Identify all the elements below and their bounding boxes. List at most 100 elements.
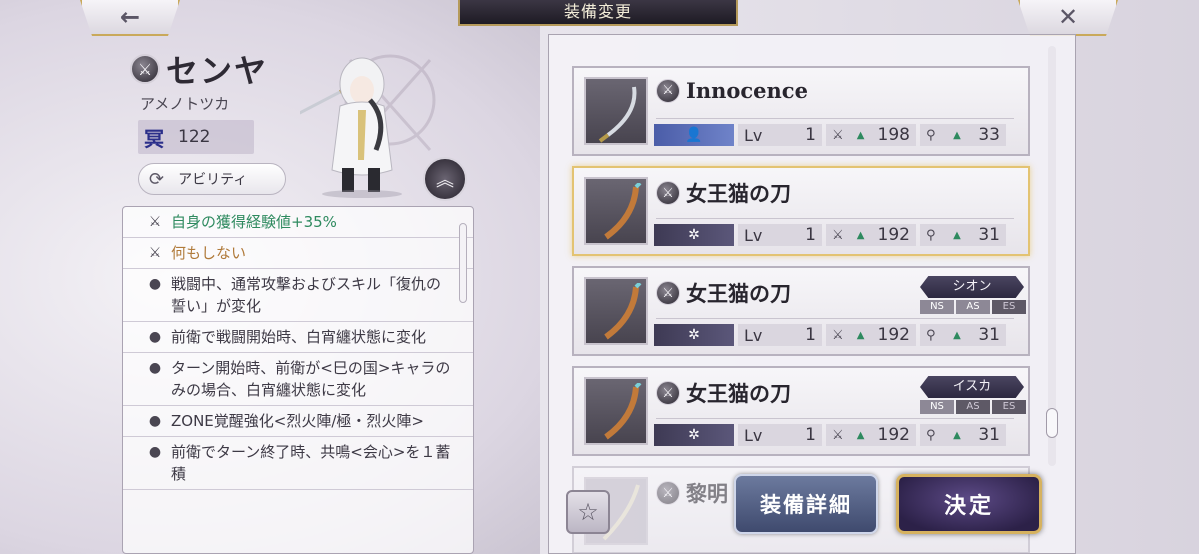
sword-icon: ⚔ bbox=[656, 381, 680, 405]
weapon-thumbnail bbox=[584, 277, 648, 345]
sword-stat-icon: ⚔ bbox=[832, 327, 844, 343]
ability-item: ● 前衛でターン終了時、共鳴<会心>を１蓄積 bbox=[123, 437, 473, 490]
back-arrow-icon: ← bbox=[119, 3, 141, 31]
weapon-name: Innocence bbox=[686, 78, 808, 103]
weapon-level: Lv 1 bbox=[738, 424, 822, 446]
weapon-attack: ⚔ ▲ 192 bbox=[826, 224, 916, 246]
sword-icon: ⚔ bbox=[130, 54, 160, 84]
weapon-level: Lv 1 bbox=[738, 224, 822, 246]
equipped-owner-tag: イスカ bbox=[920, 376, 1024, 398]
level-rank-icon: 冥 bbox=[144, 126, 164, 151]
sword-icon: ⚔ bbox=[656, 181, 680, 205]
person-icon: ● bbox=[148, 276, 162, 292]
sword-stat-icon: ⚔ bbox=[832, 427, 844, 443]
increase-arrow-icon: ▲ bbox=[856, 229, 865, 241]
snowflake-icon: ✲ bbox=[654, 324, 734, 346]
close-button[interactable]: ✕ bbox=[1018, 0, 1118, 36]
weapon-magic: ⚲ ▲ 31 bbox=[920, 324, 1006, 346]
sword-icon: ⚔ bbox=[656, 78, 680, 103]
refresh-icon: ⟳ bbox=[149, 168, 165, 190]
character-level: 冥 122 bbox=[138, 120, 254, 154]
increase-arrow-icon: ▲ bbox=[953, 329, 961, 341]
ability-text: ターン開始時、前衛が<巳の国>キャラのみの場合、白宵纏状態に変化 bbox=[171, 359, 451, 399]
sword-icon: ⚔ bbox=[148, 214, 162, 230]
increase-arrow-icon: ▲ bbox=[953, 229, 961, 241]
confirm-button[interactable]: 決定 bbox=[896, 474, 1042, 534]
weapon-card[interactable]: ⚔ 女王猫の刀 イスカ NS AS ES ✲ Lv 1 ⚔ ▲ 192 ⚲ ▲ 31 bbox=[572, 366, 1030, 456]
character-header: ⚔ センヤ bbox=[130, 46, 268, 92]
snowflake-icon: ✲ bbox=[654, 224, 734, 246]
person-icon: 👤 bbox=[654, 124, 734, 146]
collapse-button[interactable]: ︽ bbox=[423, 157, 467, 201]
weapon-name: 女王猫の刀 bbox=[686, 382, 791, 406]
level-value: 122 bbox=[178, 127, 211, 147]
weapon-card[interactable]: ⚔ 女王猫の刀 シオン NS AS ES ✲ Lv 1 ⚔ ▲ 192 ⚲ ▲ 31 bbox=[572, 266, 1030, 356]
ability-toggle-button[interactable]: ⟳ アビリティ bbox=[138, 163, 286, 195]
ability-item: ● 前衛で戦闘開始時、白宵纏状態に変化 bbox=[123, 322, 473, 353]
weapon-name: 女王猫の刀 bbox=[686, 282, 791, 306]
weapon-name: 女王猫の刀 bbox=[686, 182, 791, 206]
ability-item: ⚔ 何もしない bbox=[123, 238, 473, 269]
character-subname: アメノトツカ bbox=[140, 95, 230, 113]
zone-tags: NS AS ES bbox=[920, 300, 1026, 314]
sword-icon: ⚔ bbox=[656, 481, 680, 505]
increase-arrow-icon: ▲ bbox=[953, 129, 961, 141]
weapon-thumbnail bbox=[584, 377, 648, 445]
sword-icon: ⚔ bbox=[148, 245, 162, 261]
character-name: センヤ bbox=[166, 52, 269, 90]
snowflake-icon: ✲ bbox=[654, 424, 734, 446]
increase-arrow-icon: ▲ bbox=[856, 129, 865, 141]
ability-scrollbar[interactable] bbox=[459, 223, 467, 303]
weapon-level: Lv 1 bbox=[738, 324, 822, 346]
ability-item: ● ターン開始時、前衛が<巳の国>キャラのみの場合、白宵纏状態に変化 bbox=[123, 353, 473, 406]
sword-stat-icon: ⚔ bbox=[832, 227, 844, 243]
weapon-list-scrollbar-thumb[interactable] bbox=[1046, 408, 1058, 438]
increase-arrow-icon: ▲ bbox=[856, 429, 865, 441]
weapon-list-scrollbar-track[interactable] bbox=[1048, 46, 1056, 466]
ability-item: ⚔ 自身の獲得経験値+35% bbox=[123, 207, 473, 238]
sword-stat-icon: ⚔ bbox=[832, 127, 844, 143]
staff-stat-icon: ⚲ bbox=[926, 227, 936, 243]
weapon-magic: ⚲ ▲ 31 bbox=[920, 224, 1006, 246]
staff-stat-icon: ⚲ bbox=[926, 427, 936, 443]
person-icon: ● bbox=[148, 360, 162, 376]
ability-item: ● ZONE覚醒強化<烈火陣/極・烈火陣> bbox=[123, 406, 473, 437]
weapon-thumbnail bbox=[584, 77, 648, 145]
screen-title: 装備変更 bbox=[458, 0, 738, 26]
weapon-level: Lv 1 bbox=[738, 124, 822, 146]
ability-text: 自身の獲得経験値+35% bbox=[171, 213, 337, 231]
staff-stat-icon: ⚲ bbox=[926, 127, 936, 143]
equipment-detail-button[interactable]: 装備詳細 bbox=[734, 474, 878, 534]
sword-icon: ⚔ bbox=[656, 281, 680, 305]
weapon-attack: ⚔ ▲ 192 bbox=[826, 324, 916, 346]
character-portrait bbox=[300, 54, 436, 198]
weapon-magic: ⚲ ▲ 33 bbox=[920, 124, 1006, 146]
weapon-attack: ⚔ ▲ 192 bbox=[826, 424, 916, 446]
weapon-attack: ⚔ ▲ 198 bbox=[826, 124, 916, 146]
increase-arrow-icon: ▲ bbox=[856, 329, 865, 341]
ability-text: 何もしない bbox=[171, 244, 247, 262]
zone-tags: NS AS ES bbox=[920, 400, 1026, 414]
ability-text: 戦闘中、通常攻撃およびスキル「復仇の誓い」が変化 bbox=[171, 275, 442, 315]
increase-arrow-icon: ▲ bbox=[953, 429, 961, 441]
weapon-card[interactable]: ⚔ Innocence 👤 Lv 1 ⚔ ▲ 198 ⚲ ▲ 33 bbox=[572, 66, 1030, 156]
person-icon: ● bbox=[148, 413, 162, 429]
ability-text: 前衛でターン終了時、共鳴<会心>を１蓄積 bbox=[171, 443, 451, 483]
weapon-name: 黎明 bbox=[686, 482, 728, 506]
ability-text: 前衛で戦闘開始時、白宵纏状態に変化 bbox=[171, 328, 427, 346]
favorite-button[interactable]: ☆ bbox=[566, 490, 610, 534]
person-icon: ● bbox=[148, 329, 162, 345]
weapon-card-selected[interactable]: ⚔ 女王猫の刀 ✲ Lv 1 ⚔ ▲ 192 ⚲ ▲ 31 bbox=[572, 166, 1030, 256]
ability-button-label: アビリティ bbox=[178, 172, 248, 188]
ability-list[interactable]: ⚔ 自身の獲得経験値+35% ⚔ 何もしない ● 戦闘中、通常攻撃およびスキル「… bbox=[122, 206, 474, 554]
ability-text: ZONE覚醒強化<烈火陣/極・烈火陣> bbox=[171, 412, 424, 430]
staff-stat-icon: ⚲ bbox=[926, 327, 936, 343]
back-button[interactable]: ← bbox=[80, 0, 180, 36]
weapon-thumbnail bbox=[584, 177, 648, 245]
double-chevron-up-icon: ︽ bbox=[436, 170, 454, 191]
weapon-magic: ⚲ ▲ 31 bbox=[920, 424, 1006, 446]
ability-item: ● 戦闘中、通常攻撃およびスキル「復仇の誓い」が変化 bbox=[123, 269, 473, 322]
person-icon: ● bbox=[148, 444, 162, 460]
star-icon: ☆ bbox=[577, 498, 599, 526]
close-icon: ✕ bbox=[1057, 3, 1079, 31]
